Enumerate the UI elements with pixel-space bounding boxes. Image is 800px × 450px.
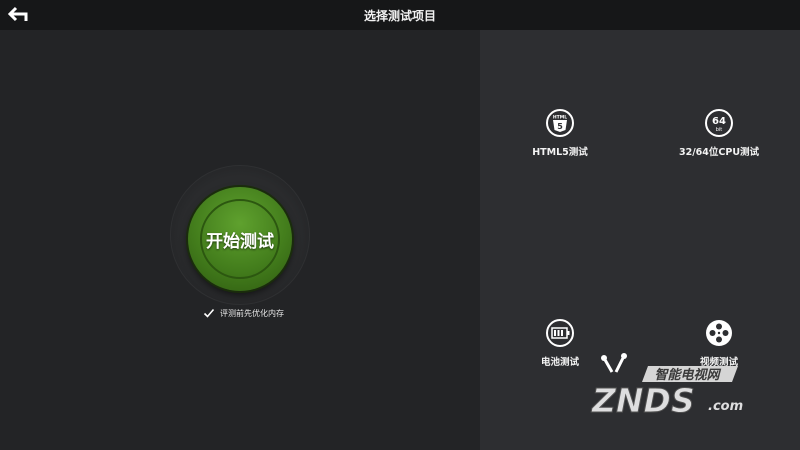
- watermark-brand: ZNDS: [591, 381, 695, 418]
- checkmark-icon: [203, 308, 215, 318]
- znds-logo: 智能电视网 ZNDS .com: [591, 353, 743, 421]
- html5-icon-number: 5: [557, 122, 563, 131]
- test-item-html5[interactable]: HTML 5 HTML5测试: [500, 108, 620, 178]
- start-test-area: 开始测试: [170, 165, 310, 305]
- cpu-icon-number: 64: [712, 116, 726, 127]
- top-bar: 选择测试项目: [0, 0, 800, 30]
- test-label-cpu: 32/64位CPU测试: [678, 147, 760, 158]
- cpu-icon-bit: bit: [716, 127, 723, 133]
- watermark-suffix: .com: [708, 399, 743, 414]
- test-label-html5: HTML5测试: [532, 147, 588, 158]
- film-reel-icon: [706, 320, 732, 346]
- page-title: 选择测试项目: [363, 9, 436, 23]
- start-test-label: 开始测试: [206, 232, 274, 252]
- battery-icon: [546, 319, 574, 347]
- test-item-cpu[interactable]: 64 bit 32/64位CPU测试: [659, 108, 779, 178]
- html5-icon: HTML 5: [546, 109, 574, 137]
- optimize-memory-label: 评测前先优化内存: [220, 308, 284, 318]
- start-test-button[interactable]: 开始测试: [188, 187, 292, 291]
- znds-watermark: 智能电视网 ZNDS .com: [586, 352, 756, 421]
- cpu-64bit-icon: 64 bit: [705, 109, 733, 137]
- optimize-memory-checkbox[interactable]: 评测前先优化内存: [203, 306, 284, 320]
- html5-icon-text: HTML: [553, 115, 567, 121]
